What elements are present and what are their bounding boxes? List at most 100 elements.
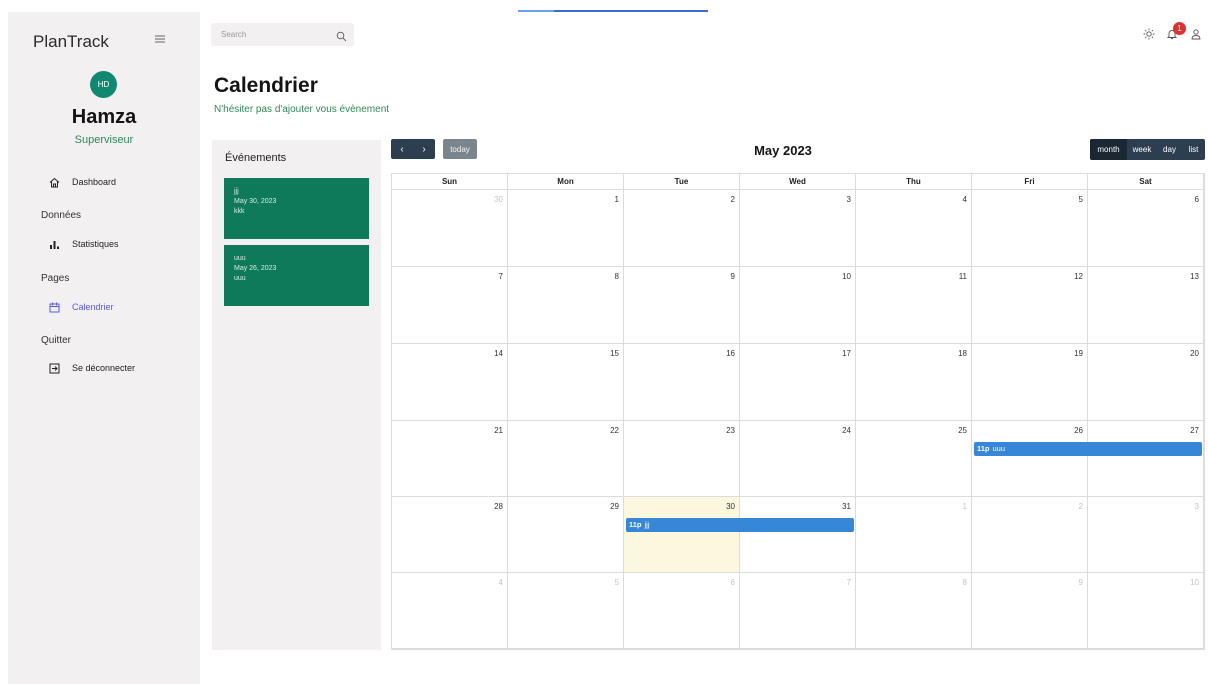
day-cell[interactable]: 24 [740, 421, 856, 497]
day-number[interactable]: 12 [1074, 272, 1083, 281]
day-cell[interactable]: 2 [972, 497, 1088, 573]
day-number[interactable]: 6 [1195, 195, 1199, 204]
day-number[interactable]: 3 [1195, 502, 1199, 511]
day-cell[interactable]: 2 [624, 190, 740, 267]
day-number[interactable]: 2 [731, 195, 735, 204]
day-cell[interactable]: 4 [392, 573, 508, 649]
calendar-event[interactable]: 11p jjj [626, 518, 854, 532]
day-cell[interactable]: 18 [856, 344, 972, 421]
day-number[interactable]: 2 [1079, 502, 1083, 511]
day-number[interactable]: 30 [726, 502, 735, 511]
view-day-button[interactable]: day [1157, 139, 1182, 160]
view-month-button[interactable]: month [1090, 139, 1127, 160]
day-number[interactable]: 10 [842, 272, 851, 281]
day-cell[interactable]: 5 [972, 190, 1088, 267]
day-cell[interactable]: 13 [1088, 267, 1204, 344]
day-number[interactable]: 28 [494, 502, 503, 511]
day-number[interactable]: 23 [726, 426, 735, 435]
day-cell[interactable]: 1 [508, 190, 624, 267]
day-cell[interactable]: 6 [624, 573, 740, 649]
day-cell[interactable]: 12 [972, 267, 1088, 344]
chevron-right-icon[interactable]: › [413, 144, 435, 155]
day-cell[interactable]: 5 [508, 573, 624, 649]
day-number[interactable]: 30 [494, 195, 503, 204]
day-number[interactable]: 7 [847, 578, 851, 587]
day-cell[interactable]: 8 [856, 573, 972, 649]
day-number[interactable]: 15 [610, 349, 619, 358]
sidebar-item-dashboard[interactable]: Dashboard [48, 176, 116, 188]
day-cell[interactable]: 6 [1088, 190, 1204, 267]
day-cell[interactable]: 21 [392, 421, 508, 497]
day-cell[interactable]: 17 [740, 344, 856, 421]
day-cell[interactable]: 9 [624, 267, 740, 344]
day-cell[interactable]: 15 [508, 344, 624, 421]
event-card[interactable]: uuu May 26, 2023 uuu [224, 245, 369, 306]
day-number[interactable]: 25 [958, 426, 967, 435]
day-cell[interactable]: 14 [392, 344, 508, 421]
sidebar-item-calendar[interactable]: Calendrier [48, 301, 114, 313]
day-cell[interactable]: 27 [1088, 421, 1204, 497]
day-number[interactable]: 16 [726, 349, 735, 358]
day-number[interactable]: 18 [958, 349, 967, 358]
today-button[interactable]: today [443, 139, 477, 159]
day-number[interactable]: 31 [842, 502, 851, 511]
day-cell[interactable]: 28 [392, 497, 508, 573]
day-number[interactable]: 9 [731, 272, 735, 281]
day-number[interactable]: 9 [1079, 578, 1083, 587]
day-cell[interactable]: 11 [856, 267, 972, 344]
day-number[interactable]: 14 [494, 349, 503, 358]
day-cell[interactable]: 22 [508, 421, 624, 497]
day-number[interactable]: 1 [615, 195, 619, 204]
day-number[interactable]: 8 [615, 272, 619, 281]
view-list-button[interactable]: list [1182, 139, 1205, 160]
sidebar-item-statistics[interactable]: Statistiques [48, 238, 119, 250]
day-number[interactable]: 1 [963, 502, 967, 511]
day-cell[interactable]: 10 [1088, 573, 1204, 649]
day-number[interactable]: 6 [731, 578, 735, 587]
avatar[interactable]: HD [90, 71, 117, 98]
day-cell[interactable]: 4 [856, 190, 972, 267]
day-cell[interactable]: 20 [1088, 344, 1204, 421]
brand-logo[interactable]: PlanTrack [33, 32, 109, 52]
view-week-button[interactable]: week [1127, 139, 1157, 160]
day-number[interactable]: 4 [499, 578, 503, 587]
day-number[interactable]: 20 [1190, 349, 1199, 358]
chevron-left-icon[interactable]: ‹ [391, 144, 413, 155]
day-number[interactable]: 19 [1074, 349, 1083, 358]
sidebar-item-logout[interactable]: Se déconnecter [48, 362, 135, 374]
day-number[interactable]: 5 [615, 578, 619, 587]
day-number[interactable]: 10 [1190, 578, 1199, 587]
day-cell[interactable]: 26 [972, 421, 1088, 497]
day-cell[interactable]: 3 [740, 190, 856, 267]
calendar-event[interactable]: 11p uuu [974, 442, 1202, 456]
day-cell[interactable]: 7 [740, 573, 856, 649]
day-cell[interactable]: 31 [740, 497, 856, 573]
day-cell[interactable]: 19 [972, 344, 1088, 421]
day-number[interactable]: 8 [963, 578, 967, 587]
day-number[interactable]: 5 [1079, 195, 1083, 204]
day-number[interactable]: 11 [959, 272, 967, 281]
day-number[interactable]: 27 [1190, 426, 1199, 435]
day-number[interactable]: 24 [842, 426, 851, 435]
day-number[interactable]: 26 [1074, 426, 1083, 435]
user-icon[interactable] [1190, 27, 1202, 40]
search-input[interactable] [211, 23, 331, 46]
day-cell[interactable]: 10 [740, 267, 856, 344]
day-cell[interactable]: 3 [1088, 497, 1204, 573]
search-icon[interactable] [336, 29, 348, 42]
day-cell[interactable]: 29 [508, 497, 624, 573]
day-cell[interactable]: 30 [392, 190, 508, 267]
day-cell[interactable]: 1 [856, 497, 972, 573]
day-number[interactable]: 29 [610, 502, 619, 511]
day-cell[interactable]: 8 [508, 267, 624, 344]
day-number[interactable]: 17 [842, 349, 851, 358]
day-cell[interactable]: 9 [972, 573, 1088, 649]
day-cell-today[interactable]: 30 [624, 497, 740, 573]
day-cell[interactable]: 25 [856, 421, 972, 497]
day-cell[interactable]: 16 [624, 344, 740, 421]
day-number[interactable]: 22 [610, 426, 619, 435]
day-cell[interactable]: 7 [392, 267, 508, 344]
day-cell[interactable]: 23 [624, 421, 740, 497]
day-number[interactable]: 4 [963, 195, 967, 204]
day-number[interactable]: 3 [847, 195, 851, 204]
